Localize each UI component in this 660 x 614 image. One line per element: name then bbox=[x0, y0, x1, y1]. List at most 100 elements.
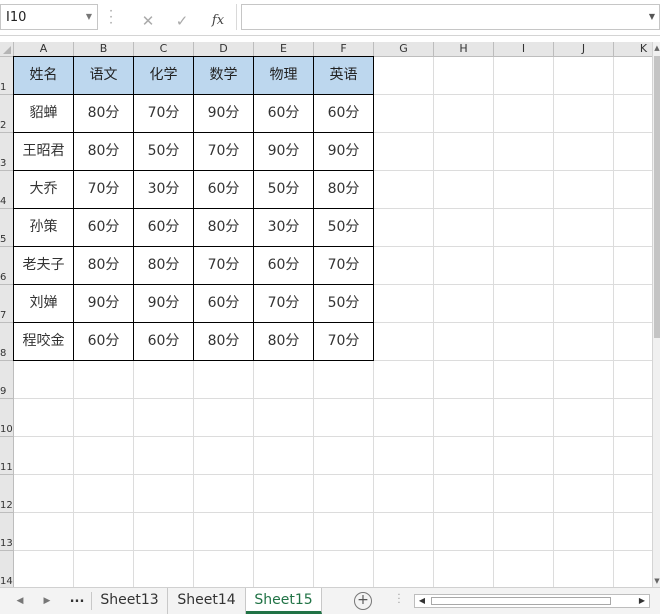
table-cell[interactable]: 80分 bbox=[74, 95, 134, 133]
prev-sheet-icon[interactable]: ◀ bbox=[11, 593, 29, 609]
table-cell[interactable]: 刘婵 bbox=[13, 285, 74, 323]
row-header-8[interactable]: 8 bbox=[0, 323, 14, 361]
table-cell[interactable]: 50分 bbox=[314, 285, 374, 323]
table-cell[interactable]: 60分 bbox=[134, 209, 194, 247]
table-cell[interactable]: 60分 bbox=[74, 209, 134, 247]
column-header-h[interactable]: H bbox=[434, 42, 494, 57]
row-header-13[interactable]: 13 bbox=[0, 513, 14, 551]
row-header-9[interactable]: 9 bbox=[0, 361, 14, 399]
row-header-3[interactable]: 3 bbox=[0, 133, 14, 171]
tab-sheet13[interactable]: Sheet13 bbox=[92, 588, 168, 614]
horizontal-scrollbar[interactable]: ◀ ▶ bbox=[414, 594, 650, 608]
table-cell[interactable]: 90分 bbox=[74, 285, 134, 323]
column-header-a[interactable]: A bbox=[14, 42, 74, 57]
table-cell[interactable]: 程咬金 bbox=[13, 323, 74, 361]
table-cell[interactable]: 90分 bbox=[134, 285, 194, 323]
scroll-left-icon[interactable]: ◀ bbox=[417, 595, 427, 607]
row-header-1[interactable]: 1 bbox=[0, 57, 14, 95]
table-cell[interactable]: 80分 bbox=[194, 209, 254, 247]
table-header-cell[interactable]: 物理 bbox=[254, 56, 314, 95]
add-sheet-icon[interactable]: + bbox=[354, 592, 372, 610]
row-header-4[interactable]: 4 bbox=[0, 171, 14, 209]
scroll-right-icon[interactable]: ▶ bbox=[637, 595, 647, 607]
horizontal-scroll-thumb[interactable] bbox=[431, 597, 611, 605]
table-cell[interactable]: 50分 bbox=[254, 171, 314, 209]
table-header-cell[interactable]: 数学 bbox=[194, 56, 254, 95]
table-cell[interactable]: 50分 bbox=[134, 133, 194, 171]
table-cell[interactable]: 60分 bbox=[194, 171, 254, 209]
tab-sheet15[interactable]: Sheet15 bbox=[246, 588, 322, 614]
insert-function-icon[interactable]: fx bbox=[203, 9, 233, 33]
table-cell[interactable]: 60分 bbox=[134, 323, 194, 361]
vertical-dots-icon[interactable]: · · · bbox=[396, 591, 402, 609]
table-cell[interactable]: 80分 bbox=[314, 171, 374, 209]
column-header-i[interactable]: I bbox=[494, 42, 554, 57]
select-all-button[interactable] bbox=[0, 42, 14, 57]
cancel-icon[interactable]: ✕ bbox=[133, 9, 163, 33]
table-cell[interactable]: 80分 bbox=[254, 323, 314, 361]
table-cell[interactable]: 60分 bbox=[74, 323, 134, 361]
row-header-2[interactable]: 2 bbox=[0, 95, 14, 133]
row-header-6[interactable]: 6 bbox=[0, 247, 14, 285]
row-header-14[interactable]: 14 bbox=[0, 551, 14, 587]
row-header-12[interactable]: 12 bbox=[0, 475, 14, 513]
vertical-dots-icon[interactable]: · · · bbox=[108, 5, 114, 29]
vertical-scroll-thumb[interactable] bbox=[654, 56, 660, 338]
column-header-j[interactable]: J bbox=[554, 42, 614, 57]
table-cell[interactable]: 30分 bbox=[254, 209, 314, 247]
table-cell[interactable]: 王昭君 bbox=[13, 133, 74, 171]
table-cell[interactable]: 70分 bbox=[254, 285, 314, 323]
column-header-f[interactable]: F bbox=[314, 42, 374, 57]
formula-input[interactable]: ▼ bbox=[241, 4, 660, 30]
table-cell[interactable]: 孙策 bbox=[13, 209, 74, 247]
table-cell[interactable]: 70分 bbox=[74, 171, 134, 209]
table-header-cell[interactable]: 英语 bbox=[314, 56, 374, 95]
table-cell[interactable]: 80分 bbox=[134, 247, 194, 285]
table-cell[interactable]: 80分 bbox=[74, 133, 134, 171]
table-cell[interactable]: 50分 bbox=[314, 209, 374, 247]
column-header-e[interactable]: E bbox=[254, 42, 314, 57]
table-cell[interactable]: 70分 bbox=[314, 247, 374, 285]
column-header-g[interactable]: G bbox=[374, 42, 434, 57]
row-header-10[interactable]: 10 bbox=[0, 399, 14, 437]
column-header-c[interactable]: C bbox=[134, 42, 194, 57]
table-cell[interactable]: 貂蝉 bbox=[13, 95, 74, 133]
table-cell[interactable]: 60分 bbox=[194, 285, 254, 323]
table-header-cell[interactable]: 姓名 bbox=[13, 56, 74, 95]
table-cell[interactable]: 90分 bbox=[314, 133, 374, 171]
table-header-cell[interactable]: 语文 bbox=[74, 56, 134, 95]
more-sheets-button[interactable]: ... bbox=[66, 591, 88, 609]
row-header-7[interactable]: 7 bbox=[0, 285, 14, 323]
table-cell[interactable]: 70分 bbox=[194, 247, 254, 285]
table-cell[interactable]: 70分 bbox=[194, 133, 254, 171]
row-header-11[interactable]: 11 bbox=[0, 437, 14, 475]
scroll-down-icon[interactable]: ▼ bbox=[653, 577, 660, 585]
table-cell[interactable]: 大乔 bbox=[13, 171, 74, 209]
table-cell[interactable]: 80分 bbox=[194, 323, 254, 361]
spreadsheet-grid[interactable]: A B C D E F G H I J K 1 2 3 4 5 6 7 8 9 10 11 12 13 14 姓名 语文 化学 数学 物理… bbox=[0, 42, 652, 587]
name-box[interactable]: I10 ▼ bbox=[0, 4, 98, 30]
table-cell[interactable]: 60分 bbox=[254, 247, 314, 285]
check-icon[interactable]: ✓ bbox=[167, 9, 197, 33]
table-cell[interactable]: 90分 bbox=[254, 133, 314, 171]
table-header-cell[interactable]: 化学 bbox=[134, 56, 194, 95]
next-sheet-icon[interactable]: ▶ bbox=[38, 593, 56, 609]
scroll-up-icon[interactable]: ▲ bbox=[653, 44, 660, 52]
table-cell[interactable]: 老夫子 bbox=[13, 247, 74, 285]
tab-sheet14[interactable]: Sheet14 bbox=[168, 588, 246, 614]
table-cell[interactable]: 30分 bbox=[134, 171, 194, 209]
table-cell[interactable]: 70分 bbox=[134, 95, 194, 133]
table-cell[interactable]: 70分 bbox=[314, 323, 374, 361]
vertical-scrollbar[interactable]: ▲ ▼ bbox=[652, 42, 660, 587]
expand-formula-icon[interactable]: ▼ bbox=[649, 12, 655, 21]
table-cell[interactable]: 60分 bbox=[254, 95, 314, 133]
table-cell[interactable]: 90分 bbox=[194, 95, 254, 133]
column-header-b[interactable]: B bbox=[74, 42, 134, 57]
formula-buttons: ✕ ✓ fx bbox=[125, 4, 237, 30]
column-header-d[interactable]: D bbox=[194, 42, 254, 57]
row-header-5[interactable]: 5 bbox=[0, 209, 14, 247]
column-header-k[interactable]: K bbox=[614, 42, 652, 57]
table-cell[interactable]: 80分 bbox=[74, 247, 134, 285]
chevron-down-icon[interactable]: ▼ bbox=[86, 12, 92, 21]
table-cell[interactable]: 60分 bbox=[314, 95, 374, 133]
